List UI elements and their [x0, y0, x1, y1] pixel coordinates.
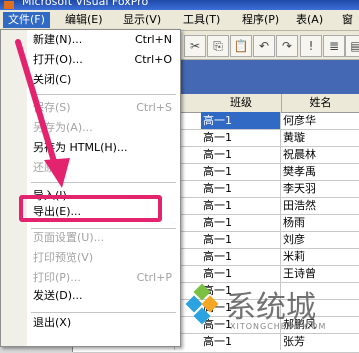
arrow-head	[44, 158, 70, 188]
arrow-shaft	[15, 39, 59, 171]
watermark-url: XITONGCHENG.COM	[230, 322, 327, 331]
watermark: 系统城 XITONGCHENG.COM	[185, 283, 359, 352]
watermark-text: 系统城	[226, 290, 316, 325]
